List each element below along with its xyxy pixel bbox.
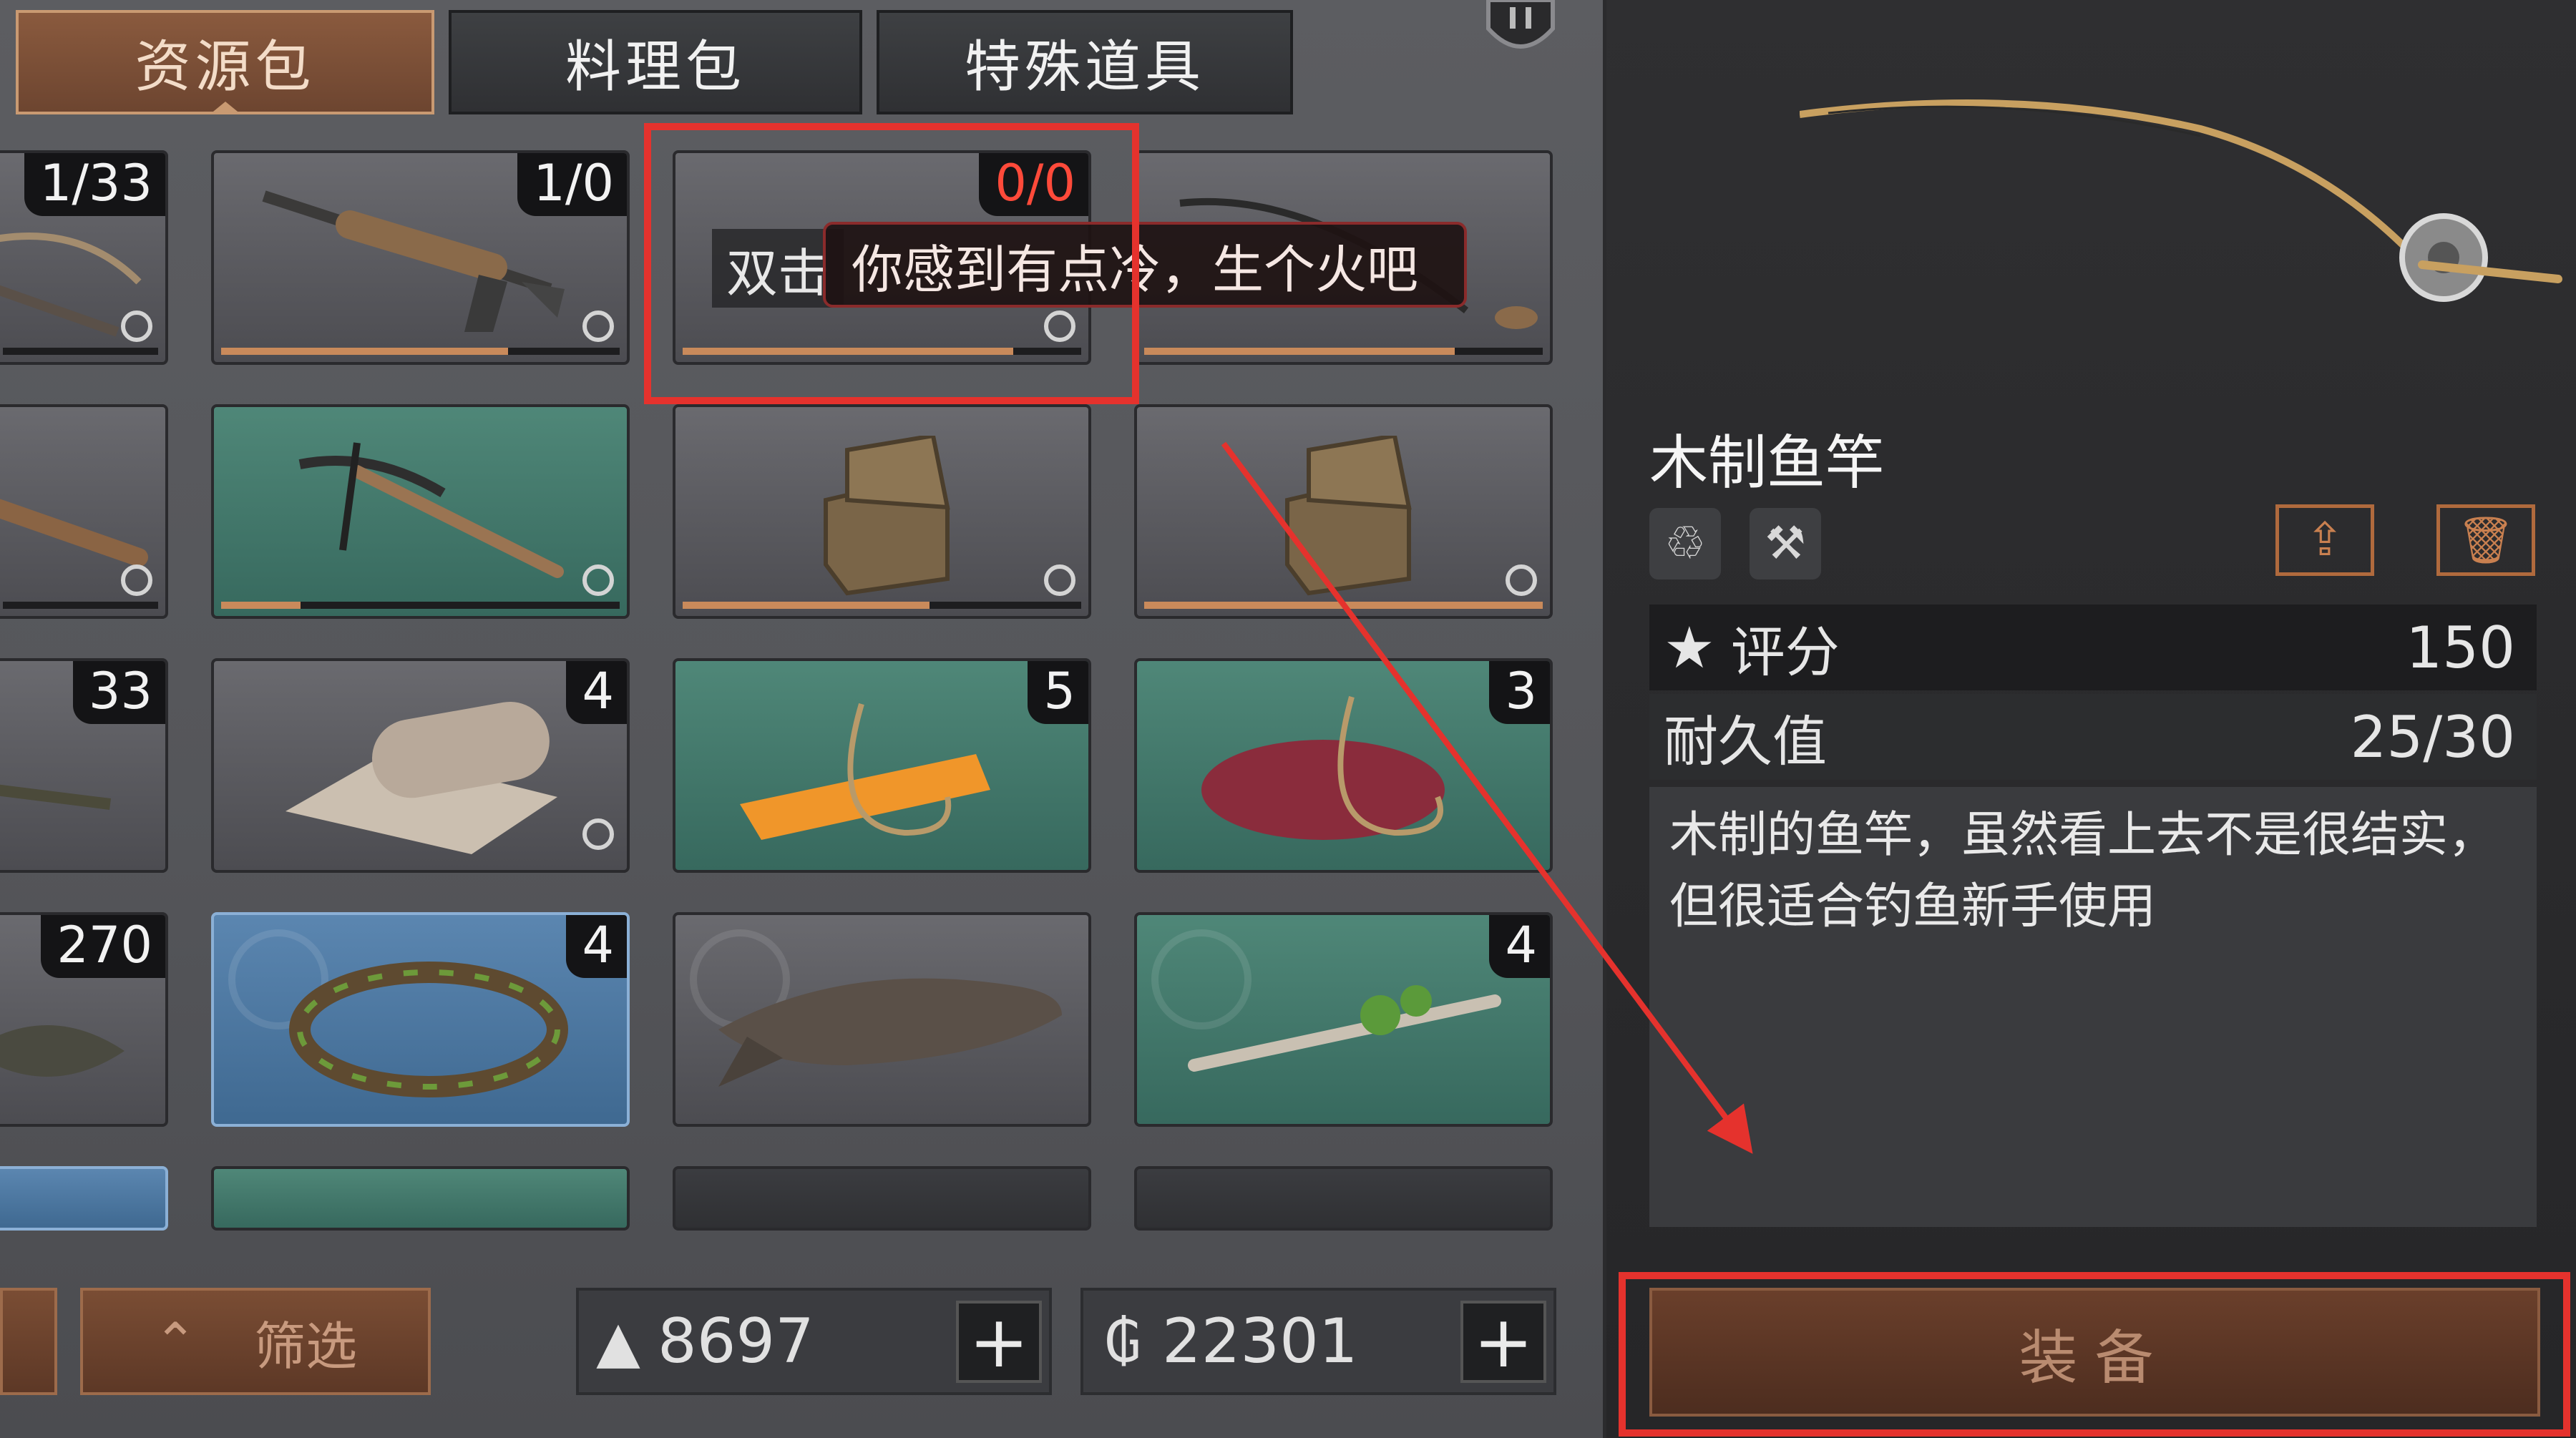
highlight-equip-button [1619, 1272, 2570, 1437]
annotation-arrow [1221, 441, 1753, 1154]
